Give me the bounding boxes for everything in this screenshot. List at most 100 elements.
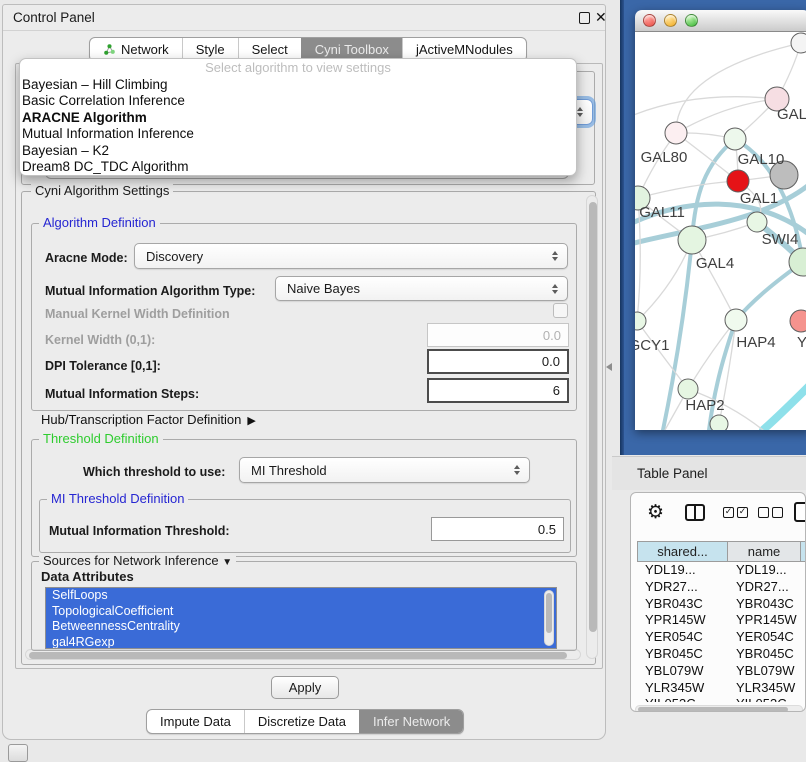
apply-button[interactable]: Apply (271, 676, 339, 699)
scrollbar-thumb[interactable] (638, 707, 788, 712)
network-node-gal4[interactable] (678, 226, 706, 254)
column-header-a[interactable]: A (801, 541, 806, 562)
tab-impute-data[interactable]: Impute Data (147, 710, 244, 733)
scrollbar-thumb[interactable] (29, 652, 567, 659)
deselect-all-checkboxes-icon[interactable] (758, 507, 783, 518)
algorithm-option-dream8-dc-tdc-algorithm[interactable]: Dream8 DC_TDC Algorithm (20, 159, 576, 175)
node-label-swi4: SWI4 (762, 231, 799, 248)
table-cell: 8. (801, 629, 806, 646)
table-cell: 9. (801, 646, 806, 663)
hub-tf-definition-toggle[interactable]: Hub/Transcription Factor Definition▶ (41, 412, 256, 427)
table-row[interactable]: YPR145WYPR145W9. (637, 612, 806, 629)
minimize-traffic-light-icon[interactable] (664, 14, 677, 27)
aracne-mode-combobox[interactable]: Discovery (134, 243, 568, 269)
aracne-mode-value: Discovery (146, 249, 203, 264)
table-row[interactable]: YBL079WYBL079W (637, 663, 806, 680)
table-row[interactable]: YLR345WYLR345W9. (637, 680, 806, 697)
data-attributes-label: Data Attributes (41, 569, 134, 584)
control-panel-title: Control Panel (13, 5, 95, 31)
network-node-gal10[interactable] (724, 128, 746, 150)
kernel-width-field[interactable]: 0.0 (427, 323, 569, 347)
mi-threshold-field[interactable]: 0.5 (431, 517, 564, 541)
network-node-hap4[interactable] (725, 309, 747, 331)
close-traffic-light-icon[interactable] (643, 14, 656, 27)
network-canvas[interactable]: GALGAL80GAL10GAL1GAL11SWI4GAL4GCY1HAP4YH… (635, 32, 806, 430)
scrollbar-thumb[interactable] (546, 593, 552, 633)
sources-legend-toggle[interactable]: Sources for Network Inference ▼ (39, 554, 236, 570)
algorithm-option-bayesian-k2[interactable]: Bayesian – K2 (20, 143, 576, 159)
table-cell: 13 (801, 562, 806, 579)
algorithm-option-basic-correlation-inference[interactable]: Basic Correlation Inference (20, 93, 576, 109)
table-row[interactable]: YBR043CYBR043C (637, 596, 806, 613)
network-window: GALGAL80GAL10GAL1GAL11SWI4GAL4GCY1HAP4YH… (635, 10, 806, 430)
close-icon[interactable]: ✕ (595, 9, 607, 26)
table-panel: ⚙ ✓✓ shared...nameA YDL19...YDL19...13YD… (630, 492, 806, 712)
table-row[interactable]: YER054CYER054C8. (637, 629, 806, 646)
network-node-gal80[interactable] (665, 122, 687, 144)
tab-infer-network[interactable]: Infer Network (359, 710, 463, 733)
manual-kernel-width-checkbox[interactable] (553, 303, 568, 318)
control-panel-titlebar: Control Panel ✕ (3, 5, 605, 31)
node-label-gal1: GAL1 (740, 190, 778, 207)
tab-discretize-data[interactable]: Discretize Data (244, 710, 359, 733)
table-row[interactable]: YDR27...YDR27...12 (637, 579, 806, 596)
manual-kernel-width-label: Manual Kernel Width Definition (45, 307, 230, 321)
table-cell: YDL19... (728, 562, 801, 579)
tab-label: Network (121, 42, 169, 57)
network-node-swi4[interactable] (747, 212, 767, 232)
data-attributes-list[interactable]: SelfLoopsTopologicalCoefficientBetweenne… (45, 587, 557, 649)
dpi-tolerance-value: 0.0 (542, 354, 560, 369)
which-threshold-combobox[interactable]: MI Threshold (239, 457, 530, 483)
attribute-item-betweennesscentrality[interactable]: BetweennessCentrality (46, 619, 556, 635)
splitter-collapse-handle[interactable] (606, 363, 612, 371)
network-node-node-bottom-partial[interactable] (710, 415, 728, 430)
table-cell (801, 596, 806, 613)
attribute-item-gal4rgexp[interactable]: gal4RGexp (46, 635, 556, 649)
table-row[interactable]: YIL053CYIL053C9. (637, 696, 806, 702)
minimized-panel-icon[interactable] (8, 744, 28, 762)
algorithm-option-bayesian-hill-climbing[interactable]: Bayesian – Hill Climbing (20, 77, 576, 93)
algorithm-option-mutual-information-inference[interactable]: Mutual Information Inference (20, 126, 576, 142)
network-node-y-cut[interactable] (790, 310, 806, 332)
scrollbar-thumb[interactable] (589, 202, 597, 632)
mi-steps-label: Mutual Information Steps: (45, 387, 199, 401)
table-cell: 12 (801, 579, 806, 596)
tab-label: Style (196, 42, 225, 57)
network-node-gal1[interactable] (727, 170, 749, 192)
dpi-tolerance-label: DPI Tolerance [0,1]: (45, 359, 161, 373)
column-header-name[interactable]: name (728, 541, 801, 562)
table-row[interactable]: YDL19...YDL19...13 (637, 562, 806, 579)
gear-icon[interactable]: ⚙ (647, 501, 664, 523)
list-vertical-scrollbar[interactable] (544, 590, 554, 646)
combo-stepper-icon (577, 107, 583, 117)
float-window-icon[interactable] (579, 12, 590, 24)
kernel-width-value: 0.0 (543, 328, 561, 343)
attribute-item-topologicalcoefficient[interactable]: TopologicalCoefficient (46, 604, 556, 620)
mi-algorithm-type-combobox[interactable]: Naive Bayes (275, 276, 568, 301)
table-cell: YER054C (637, 629, 728, 646)
mi-steps-field[interactable]: 6 (427, 378, 569, 403)
split-columns-icon[interactable] (685, 504, 705, 521)
network-node-node-top-partial[interactable] (791, 33, 806, 53)
settings-vertical-scrollbar[interactable] (586, 195, 598, 659)
node-label-gal-cut: GAL (777, 106, 806, 123)
node-label-gal10: GAL10 (738, 151, 785, 168)
attribute-item-selfloops[interactable]: SelfLoops (46, 588, 556, 604)
table-cell: YDL19... (637, 562, 728, 579)
column-header-shared[interactable]: shared... (637, 541, 728, 562)
table-horizontal-scrollbar[interactable] (635, 705, 803, 712)
network-window-titlebar[interactable] (635, 10, 806, 32)
table-body[interactable]: YDL19...YDL19...13YDR27...YDR27...12YBR0… (637, 562, 806, 702)
apply-button-label: Apply (289, 680, 322, 695)
network-node-gcy1[interactable] (635, 312, 646, 330)
node-label-gal80: GAL80 (641, 149, 688, 166)
combo-stepper-icon (552, 284, 558, 294)
table-row[interactable]: YBR045CYBR045C9. (637, 646, 806, 663)
dpi-tolerance-field[interactable]: 0.0 (427, 349, 569, 374)
table-icon[interactable] (794, 502, 806, 522)
network-node-hap2[interactable] (678, 379, 698, 399)
table-cell: YBL079W (637, 663, 728, 680)
algorithm-option-aracne-algorithm[interactable]: ARACNE Algorithm (20, 110, 576, 126)
select-all-checkboxes-icon[interactable]: ✓✓ (723, 507, 748, 518)
zoom-traffic-light-icon[interactable] (685, 14, 698, 27)
